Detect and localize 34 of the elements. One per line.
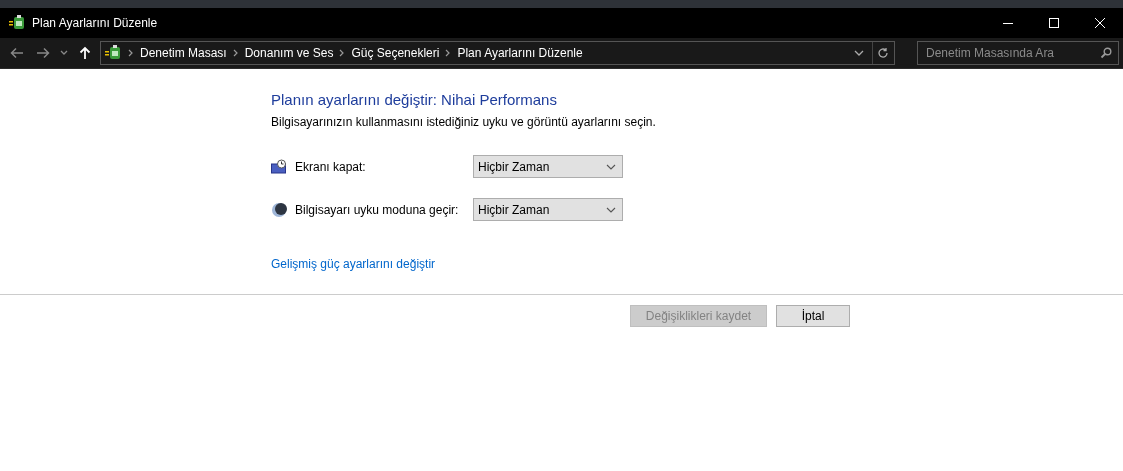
description-text: Bilgisayarınızın kullanmasını istediğiniz uyku ve görüntü ayarlarını seçin.: [271, 115, 657, 129]
moon-icon: [271, 201, 287, 218]
caret-icon: [606, 206, 616, 213]
search-field[interactable]: Denetim Masasında Ara: [917, 41, 1119, 65]
breadcrumb-item[interactable]: Donanım ve Ses: [240, 46, 338, 60]
chevron-icon: [232, 49, 239, 57]
close-icon: [1094, 17, 1106, 29]
setting-label: Bilgisayarı uyku moduna geçir:: [295, 202, 460, 217]
page-heading: Planın ayarlarını değiştir: Nihai Performans: [271, 91, 558, 108]
power-options-icon: [8, 14, 26, 32]
cancel-button[interactable]: İptal: [776, 305, 850, 327]
back-arrow-icon: [10, 47, 25, 59]
maximize-icon: [1048, 17, 1060, 29]
forward-arrow-icon: [36, 47, 51, 59]
window-title: Plan Ayarlarını Düzenle: [32, 16, 159, 30]
refresh-icon: [877, 47, 890, 59]
caret-icon: [60, 50, 69, 56]
breadcrumb-item[interactable]: Güç Seçenekleri: [347, 46, 444, 60]
setting-label: Ekranı kapat:: [295, 159, 367, 174]
power-options-icon: [104, 44, 122, 62]
monitor-clock-icon: [271, 158, 287, 175]
chevron-icon: [445, 49, 452, 57]
chevron-icon: [339, 49, 346, 57]
breadcrumb-item[interactable]: Denetim Masası: [136, 46, 231, 60]
caret-icon: [854, 50, 864, 56]
caret-icon: [606, 163, 616, 170]
chevron-icon: [128, 49, 134, 57]
dropdown[interactable]: Hiçbir Zaman: [473, 155, 623, 178]
advanced-settings-link[interactable]: Gelişmiş güç ayarlarını değiştir: [271, 257, 436, 271]
breadcrumb-item[interactable]: Plan Ayarlarını Düzenle: [453, 46, 587, 60]
up-arrow-icon: [78, 46, 91, 60]
dropdown[interactable]: Hiçbir Zaman: [473, 198, 623, 221]
address-bar[interactable]: Denetim Masası Donanım ve Ses Güç Seçenekleri Plan Ayarlarını Düzenle: [100, 41, 895, 65]
search-icon: [1100, 47, 1112, 59]
